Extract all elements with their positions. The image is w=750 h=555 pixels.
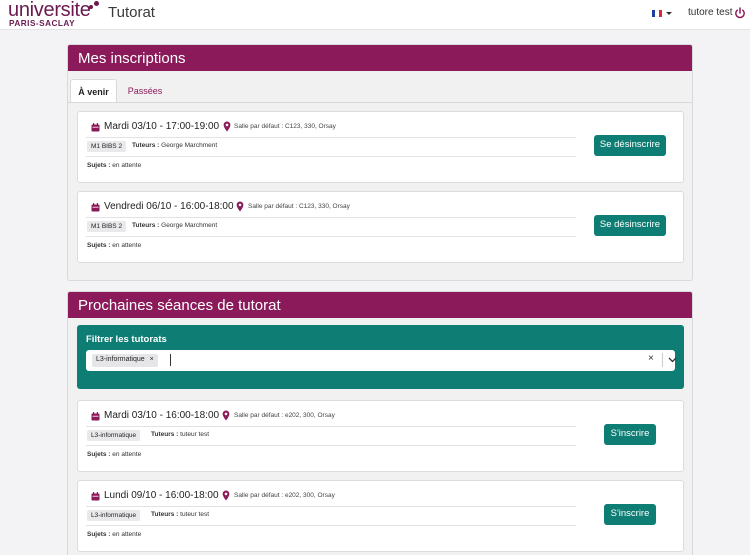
language-selector[interactable] <box>652 10 674 20</box>
tutorat-filter-select[interactable]: L3-informatique × × <box>86 350 677 371</box>
calendar-icon <box>91 203 100 212</box>
tutors-label: Tuteurs : <box>132 142 160 149</box>
level-badge: L3-informatique <box>87 510 141 521</box>
map-pin-icon <box>236 201 244 212</box>
session-tutors: Tuteurs : tuteur test <box>151 511 209 518</box>
tutors-value: George Marchment <box>161 142 218 149</box>
filter-chip-label: L3-informatique <box>96 356 145 363</box>
filter-label: Filtrer les tutorats <box>86 334 167 345</box>
divider <box>86 156 576 157</box>
select-separator <box>662 353 663 367</box>
subjects-value: en attente <box>112 531 142 538</box>
map-pin-icon <box>222 410 230 421</box>
tutors-value: George Marchment <box>161 222 218 229</box>
calendar-icon <box>91 412 100 421</box>
upcoming-title: Prochaines séances de tutorat <box>68 292 692 318</box>
level-badge: M1 BIBS 2 <box>87 221 127 232</box>
tutors-label: Tuteurs : <box>151 511 179 518</box>
subjects-label: Sujets : <box>87 531 111 538</box>
available-session-card: Lundi 09/10 - 16:00-18:00 Salle par défa… <box>77 480 684 552</box>
tutors-label: Tuteurs : <box>132 222 160 229</box>
session-date: Vendredi 06/10 - 16:00-18:00 <box>104 201 234 212</box>
subjects-value: en attente <box>112 162 142 169</box>
power-icon[interactable] <box>734 7 746 19</box>
filter-panel: Filtrer les tutorats L3-informatique × × <box>77 325 684 389</box>
subjects-value: en attente <box>112 242 142 249</box>
user-name[interactable]: tutore test <box>688 7 732 18</box>
calendar-icon <box>91 492 100 501</box>
top-navbar: universite PARIS-SACLAY Tutorat tutore t… <box>0 0 750 30</box>
session-date: Mardi 03/10 - 16:00-18:00 <box>104 410 220 421</box>
caret-down-icon <box>666 12 672 15</box>
calendar-icon <box>91 123 100 132</box>
tab-past[interactable]: Passées <box>122 79 168 103</box>
subjects-label: Sujets : <box>87 162 111 169</box>
available-session-card: Mardi 03/10 - 16:00-18:00 Salle par défa… <box>77 400 684 472</box>
app-title: Tutorat <box>108 4 155 21</box>
divider <box>86 445 576 446</box>
session-date: Mardi 03/10 - 17:00-19:00 <box>104 121 220 132</box>
session-subjects: Sujets : en attente <box>87 162 141 169</box>
session-tutors: Tuteurs : George Marchment <box>132 222 217 229</box>
unregister-button[interactable]: Se désinscrire <box>594 215 666 236</box>
map-pin-icon <box>222 490 230 501</box>
unregister-button[interactable]: Se désinscrire <box>594 135 666 156</box>
registrations-title: Mes inscriptions <box>68 45 692 71</box>
level-badge: L3-informatique <box>87 430 141 441</box>
tutors-label: Tuteurs : <box>151 431 179 438</box>
tab-upcoming[interactable]: À venir <box>70 79 117 103</box>
registered-session-card: Mardi 03/10 - 17:00-19:00 Salle par défa… <box>77 111 684 183</box>
session-subjects: Sujets : en attente <box>87 451 141 458</box>
universite-paris-saclay-logo[interactable]: universite PARIS-SACLAY <box>8 0 100 29</box>
upcoming-sessions-card: Prochaines séances de tutorat Filtrer le… <box>67 291 693 555</box>
registrations-card: Mes inscriptions À venir Passées Mardi 0… <box>67 44 693 281</box>
divider <box>86 217 576 218</box>
register-button[interactable]: S'inscrire <box>604 424 656 445</box>
divider <box>86 506 576 507</box>
chevron-down-icon[interactable] <box>668 355 677 364</box>
divider <box>86 426 576 427</box>
registered-session-card: Vendredi 06/10 - 16:00-18:00 Salle par d… <box>77 191 684 263</box>
divider <box>86 236 576 237</box>
session-subjects: Sujets : en attente <box>87 531 141 538</box>
text-cursor <box>170 354 171 366</box>
session-room: Salle par défaut : e202, 300, Orsay <box>234 412 335 419</box>
tutors-value: tuteur test <box>180 431 210 438</box>
logo-subtitle: PARIS-SACLAY <box>9 19 76 28</box>
level-badge: M1 BIBS 2 <box>87 141 127 152</box>
session-date: Lundi 09/10 - 16:00-18:00 <box>104 490 219 501</box>
session-room: Salle par défaut : C123, 330, Orsay <box>234 123 336 130</box>
subjects-value: en attente <box>112 451 142 458</box>
register-button[interactable]: S'inscrire <box>604 504 656 525</box>
subjects-label: Sujets : <box>87 451 111 458</box>
session-tutors: Tuteurs : George Marchment <box>132 142 217 149</box>
map-pin-icon <box>223 121 231 132</box>
divider <box>86 137 576 138</box>
session-room: Salle par défaut : e202, 300, Orsay <box>234 492 335 499</box>
session-subjects: Sujets : en attente <box>87 242 141 249</box>
tutors-value: tuteur test <box>180 511 210 518</box>
logo-accent-dot <box>89 5 93 9</box>
chip-remove-icon[interactable]: × <box>150 356 154 363</box>
french-flag-icon <box>652 10 662 17</box>
clear-filter-icon[interactable]: × <box>648 353 654 364</box>
divider <box>86 525 576 526</box>
filter-chip: L3-informatique × <box>92 354 158 367</box>
session-room: Salle par défaut : C123, 330, Orsay <box>248 203 350 210</box>
session-tutors: Tuteurs : tuteur test <box>151 431 209 438</box>
subjects-label: Sujets : <box>87 242 111 249</box>
logo-accent-dot <box>94 1 99 6</box>
tabs-divider <box>68 102 692 103</box>
